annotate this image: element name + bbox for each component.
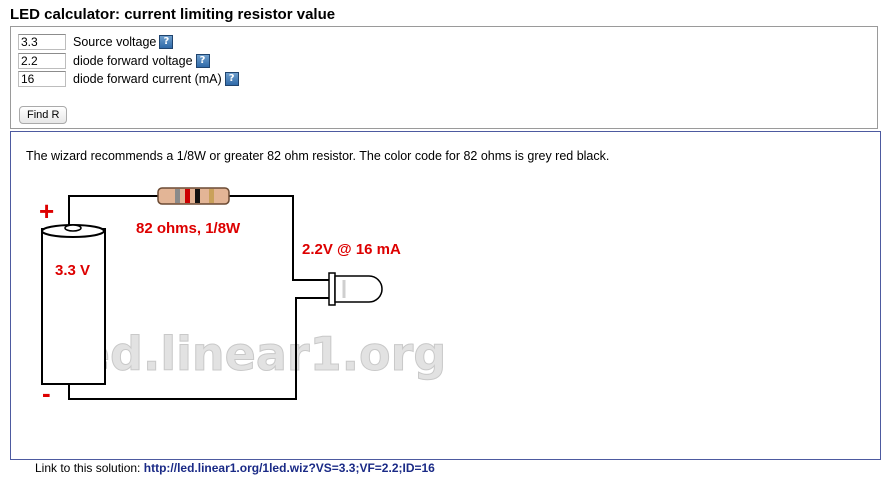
resistor-label: 82 ohms, 1/8W <box>136 220 241 237</box>
battery-icon <box>41 224 106 385</box>
help-icon[interactable]: ? <box>159 35 174 49</box>
minus-sign: - <box>42 378 51 408</box>
page-title: LED calculator: current limiting resisto… <box>10 6 336 23</box>
source-voltage-label: Source voltage <box>73 35 157 49</box>
plus-sign: + <box>39 196 54 226</box>
resistor-icon <box>157 187 230 205</box>
forward-current-label: diode forward current (mA) <box>73 72 222 86</box>
led-icon <box>328 272 383 306</box>
battery-voltage-label: 3.3 V <box>55 262 90 279</box>
led-label: 2.2V @ 16 mA <box>302 241 401 258</box>
source-voltage-row: Source voltage ? <box>18 33 174 51</box>
help-icon[interactable]: ? <box>224 72 239 86</box>
forward-current-input[interactable] <box>18 71 66 87</box>
forward-voltage-input[interactable] <box>18 53 66 69</box>
input-form: Source voltage ? diode forward voltage ?… <box>10 26 878 129</box>
forward-voltage-row: diode forward voltage ? <box>18 52 210 70</box>
solution-link[interactable]: http://led.linear1.org/1led.wiz?VS=3.3;V… <box>144 461 435 475</box>
forward-voltage-label: diode forward voltage <box>73 54 193 68</box>
result-panel: The wizard recommends a 1/8W or greater … <box>10 131 881 460</box>
find-r-button[interactable]: Find R <box>19 106 68 124</box>
help-icon[interactable]: ? <box>195 54 210 68</box>
source-voltage-input[interactable] <box>18 34 66 50</box>
solution-link-line: Link to this solution: http://led.linear… <box>35 461 435 475</box>
circuit-diagram: led.linear1.org + - 3.3 V 82 ohms, 1/8W <box>39 187 447 408</box>
link-prefix: Link to this solution: <box>35 461 141 475</box>
watermark-text: led.linear1.org <box>63 327 446 381</box>
forward-current-row: diode forward current (mA) ? <box>18 70 239 88</box>
